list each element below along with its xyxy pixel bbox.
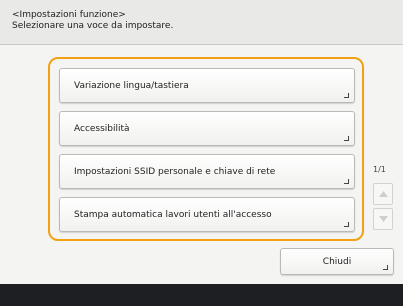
header-bar: <Impostazioni funzione> Selezionare una … xyxy=(0,0,403,45)
corner-arrow-icon xyxy=(344,136,349,141)
corner-arrow-icon xyxy=(344,222,349,227)
close-button[interactable]: Chiudi xyxy=(280,248,394,275)
corner-arrow-icon xyxy=(344,93,349,98)
close-button-label: Chiudi xyxy=(322,257,352,267)
corner-arrow-icon xyxy=(383,265,388,270)
menu-item-ssid-network-key[interactable]: Impostazioni SSID personale e chiave di … xyxy=(59,154,355,189)
menu-item-accessibility[interactable]: Accessibilità xyxy=(59,111,355,146)
function-menu-group: Variazione lingua/tastiera Accessibilità… xyxy=(48,57,364,241)
menu-item-label: Accessibilità xyxy=(74,124,130,134)
page-indicator: 1/1 xyxy=(373,165,386,174)
scroll-up-button[interactable] xyxy=(373,183,393,205)
menu-item-label: Impostazioni SSID personale e chiave di … xyxy=(74,167,276,177)
menu-item-label: Variazione lingua/tastiera xyxy=(74,81,189,91)
screen-instruction: Selezionare una voce da impostare. xyxy=(12,21,174,31)
menu-item-auto-print-on-login[interactable]: Stampa automatica lavori utenti all'acce… xyxy=(59,197,355,232)
menu-item-label: Stampa automatica lavori utenti all'acce… xyxy=(74,210,272,220)
triangle-up-icon xyxy=(379,191,388,197)
menu-item-language-keyboard[interactable]: Variazione lingua/tastiera xyxy=(59,68,355,103)
corner-arrow-icon xyxy=(344,179,349,184)
screen-title: <Impostazioni funzione> xyxy=(12,10,126,20)
footer-bar xyxy=(0,284,403,306)
scroll-down-button[interactable] xyxy=(373,208,393,230)
triangle-down-icon xyxy=(379,216,388,222)
